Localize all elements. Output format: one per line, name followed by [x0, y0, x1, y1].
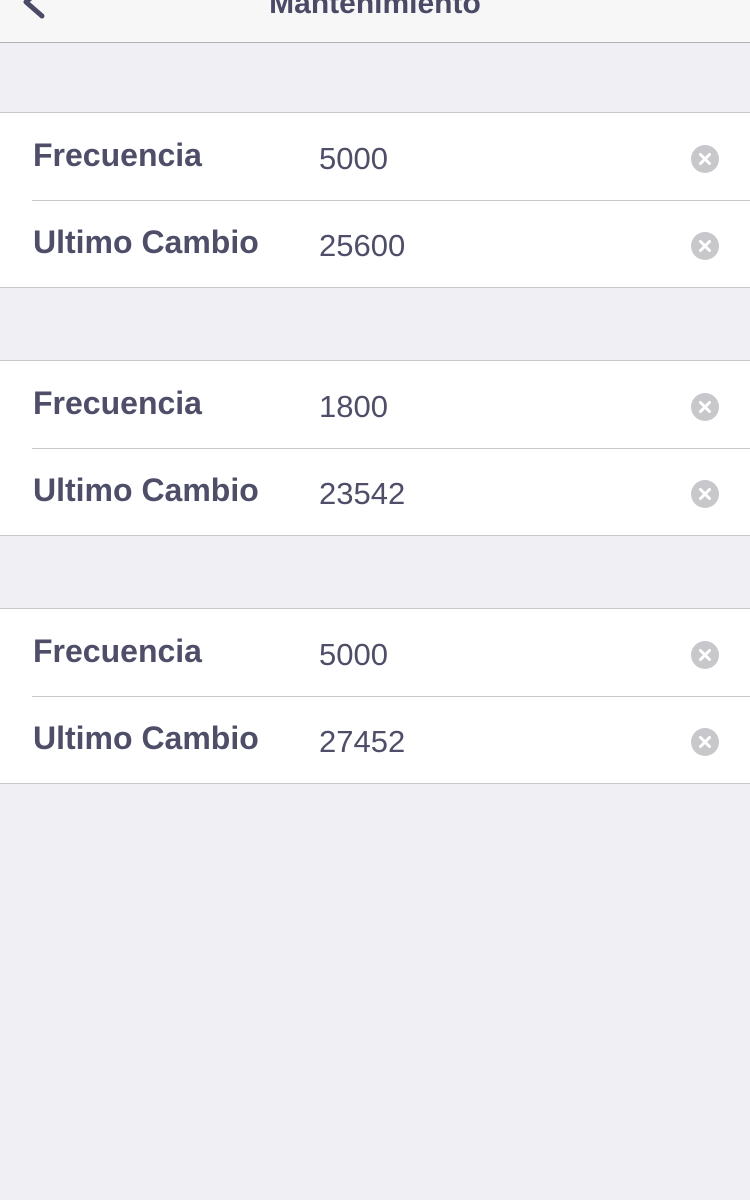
frequency-row: Frecuencia 5000 [0, 113, 750, 200]
clear-last-change-button[interactable] [691, 232, 719, 260]
frequency-row: Frecuencia 5000 [0, 609, 750, 696]
frequency-label: Frecuencia [33, 137, 202, 173]
clear-frequency-button[interactable] [691, 145, 719, 173]
last-change-row: Ultimo Cambio 25600 [0, 200, 750, 287]
frequency-input[interactable]: 5000 [319, 139, 388, 179]
last-change-input[interactable]: 27452 [319, 722, 405, 762]
last-change-input[interactable]: 25600 [319, 226, 405, 266]
frequency-input[interactable]: 1800 [319, 387, 388, 427]
clear-frequency-button[interactable] [691, 393, 719, 421]
clear-circle-icon [699, 649, 711, 661]
clear-circle-icon [699, 488, 711, 500]
clear-circle-icon [699, 736, 711, 748]
maintenance-group-3: Frecuencia 5000 Ultimo Cambio 27452 [0, 608, 750, 784]
clear-circle-icon [699, 401, 711, 413]
page-title: Mantenimiento [269, 0, 481, 20]
frequency-label: Frecuencia [33, 633, 202, 669]
clear-frequency-button[interactable] [691, 641, 719, 669]
last-change-row: Ultimo Cambio 27452 [0, 696, 750, 783]
frequency-row: Frecuencia 1800 [0, 361, 750, 448]
clear-circle-icon [699, 153, 711, 165]
last-change-label: Ultimo Cambio [33, 472, 259, 508]
maintenance-group-2: Frecuencia 1800 Ultimo Cambio 23542 [0, 360, 750, 536]
clear-last-change-button[interactable] [691, 480, 719, 508]
frequency-label: Frecuencia [33, 385, 202, 421]
last-change-input[interactable]: 23542 [319, 474, 405, 514]
last-change-row: Ultimo Cambio 23542 [0, 448, 750, 535]
last-change-label: Ultimo Cambio [33, 720, 259, 756]
frequency-input[interactable]: 5000 [319, 635, 388, 675]
maintenance-group-1: Frecuencia 5000 Ultimo Cambio 25600 [0, 112, 750, 288]
last-change-label: Ultimo Cambio [33, 224, 259, 260]
navigation-bar: Mantenimiento [0, 0, 750, 43]
clear-circle-icon [699, 240, 711, 252]
clear-last-change-button[interactable] [691, 728, 719, 756]
